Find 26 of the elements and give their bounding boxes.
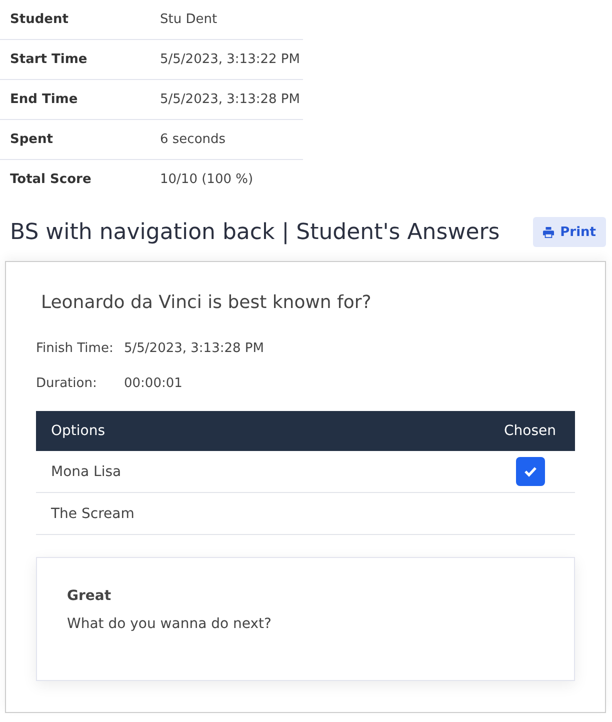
field-label: Spent bbox=[9, 132, 54, 147]
printer-icon bbox=[543, 226, 554, 238]
detail-value: 5/5/2023, 3:13:28 PM bbox=[124, 341, 264, 356]
detail-label: Finish Time: bbox=[36, 341, 114, 356]
print-button[interactable]: Print bbox=[533, 217, 606, 247]
feedback-message: What do you wanna do next? bbox=[67, 616, 272, 632]
field-value: 5/5/2023, 3:13:28 PM bbox=[160, 92, 300, 107]
checkbox[interactable] bbox=[516, 457, 545, 486]
detail-value: 00:00:01 bbox=[124, 376, 182, 391]
option-cell: The Scream bbox=[36, 492, 489, 534]
column-header: Chosen bbox=[489, 411, 575, 451]
page-title: BS with navigation back | Student's Answers bbox=[10, 220, 500, 244]
field-value: 5/5/2023, 3:13:22 PM bbox=[160, 52, 300, 67]
checkmark-icon bbox=[524, 466, 537, 477]
feedback-title: Great bbox=[67, 588, 112, 604]
column-header: Options bbox=[36, 411, 489, 451]
detail-label: Duration: bbox=[36, 376, 98, 391]
field-value: 10/10 (100 %) bbox=[160, 172, 254, 187]
question-text: Leonardo da Vinci is best known for? bbox=[41, 292, 372, 313]
field-label: Student bbox=[9, 12, 70, 27]
option-cell: Mona Lisa bbox=[36, 451, 489, 492]
field-value: 6 seconds bbox=[160, 132, 226, 147]
field-label: End Time bbox=[9, 92, 79, 107]
field-value: Stu Dent bbox=[160, 12, 218, 27]
field-label: Start Time bbox=[9, 52, 88, 67]
field-label: Total Score bbox=[9, 172, 92, 187]
